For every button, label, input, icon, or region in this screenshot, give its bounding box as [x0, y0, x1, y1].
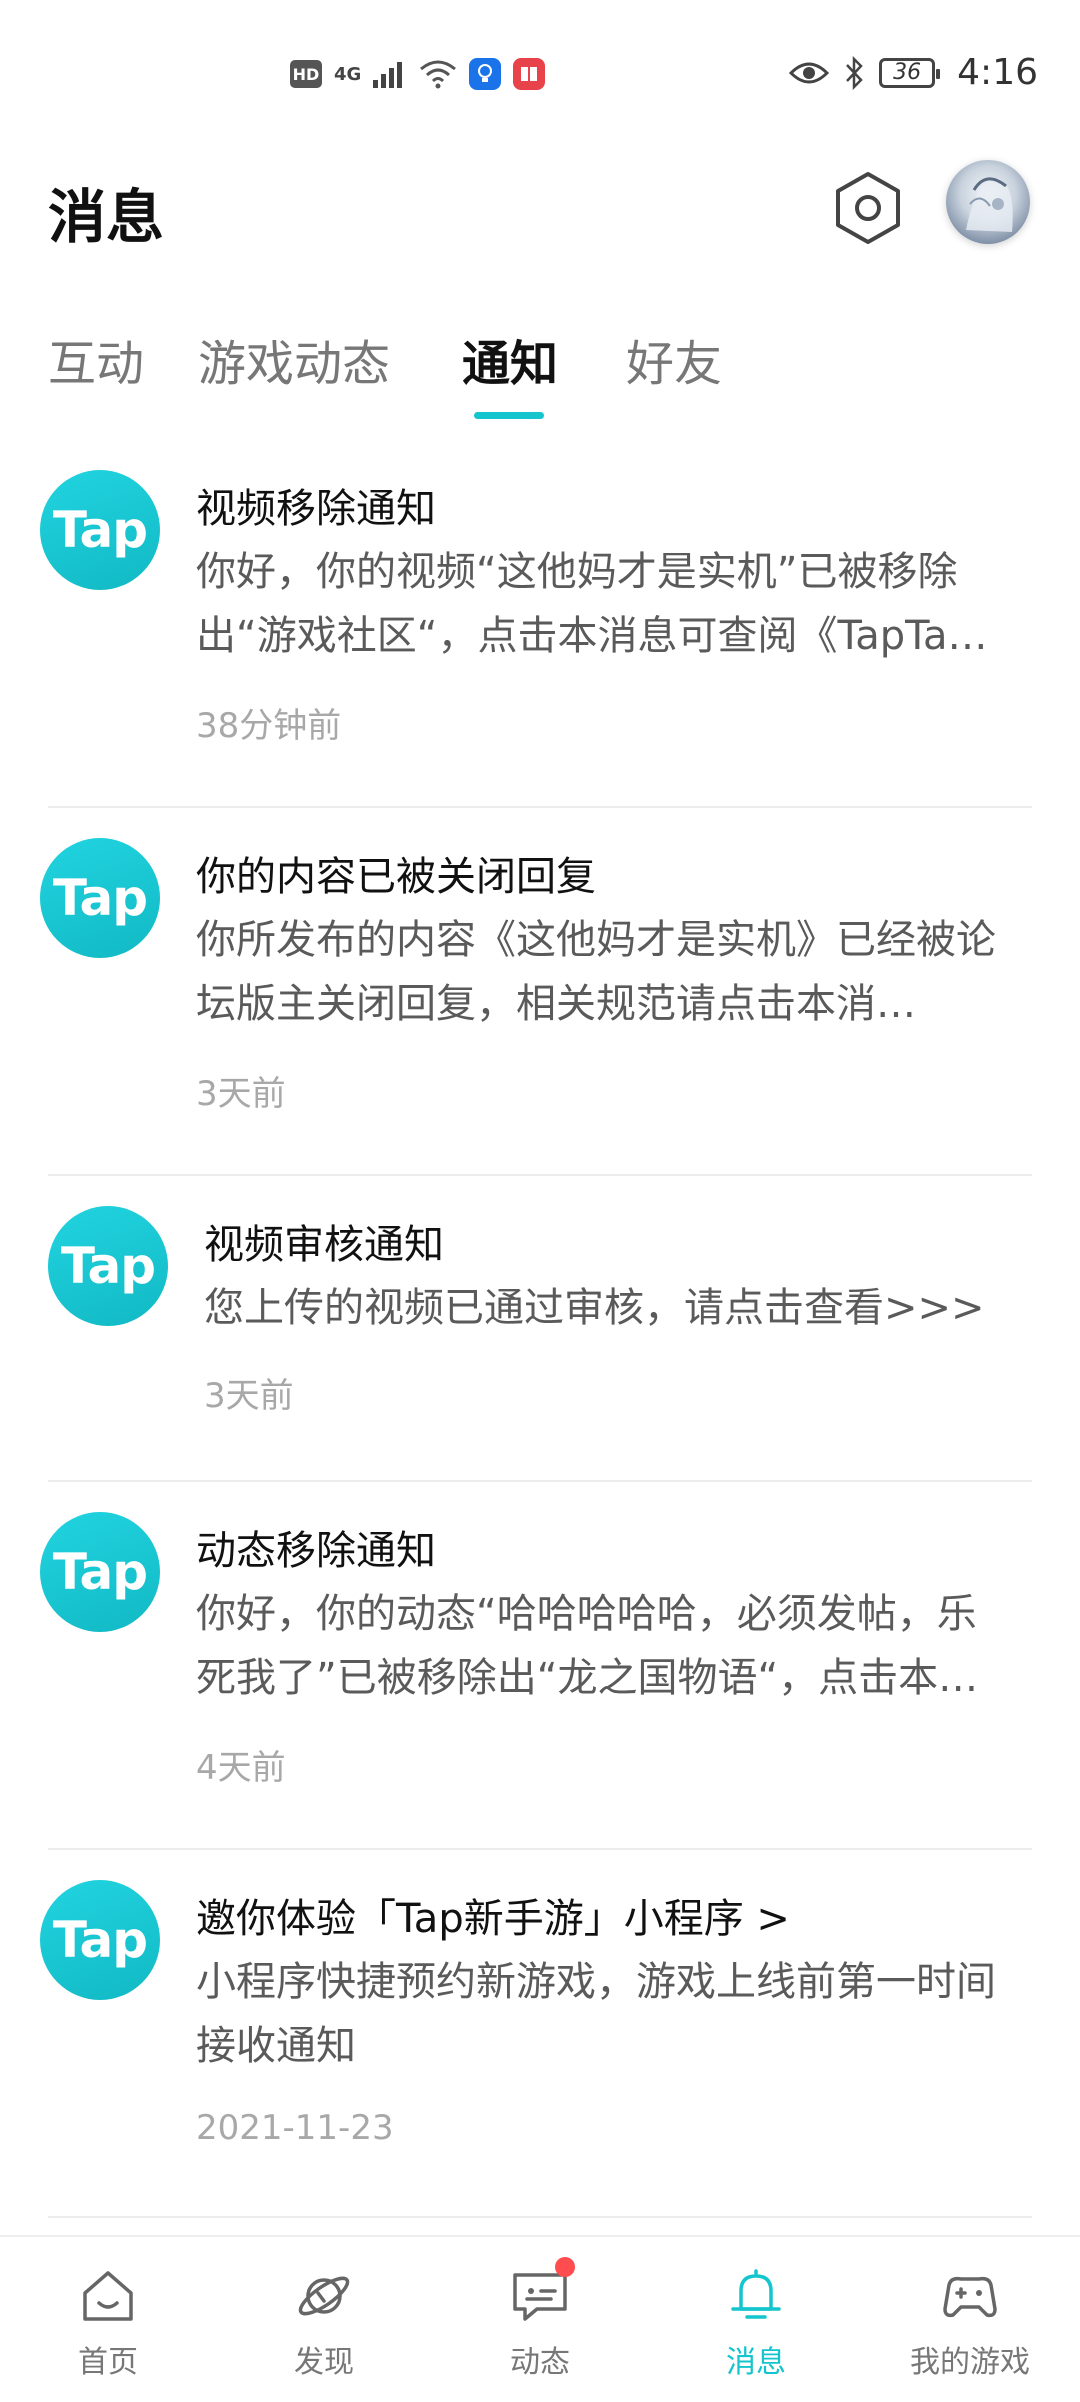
bottom-nav: 首页 发现 动态 消息 我的游戏 — [0, 2235, 1080, 2402]
settings-button[interactable] — [830, 170, 906, 246]
eye-icon — [789, 62, 830, 83]
nav-label: 首页 — [78, 2345, 138, 2380]
list-item[interactable]: Tap 你的内容已被关闭回复 你所发布的内容《这他妈才是实机》已经被论坛版主关闭… — [0, 808, 1080, 1176]
lightbulb-app-icon — [469, 58, 502, 90]
notification-title: 视频移除通知 — [196, 486, 436, 532]
nav-item-discover[interactable]: 发现 — [254, 2263, 394, 2381]
notification-desc: 小程序快捷预约新游戏，游戏上线前第一时间接收通知 — [196, 1959, 996, 2069]
feed-icon — [507, 2257, 575, 2329]
nav-item-feed[interactable]: 动态 — [470, 2257, 610, 2381]
taptap-logo-icon: Tap — [40, 1880, 160, 2000]
avatar[interactable] — [946, 160, 1030, 244]
tab-notifications[interactable]: 通知 — [462, 324, 558, 394]
taptap-logo-icon: Tap — [48, 1206, 168, 1326]
notification-desc: 你好，你的动态“哈哈哈哈哈，必须发帖，乐死我了”已被移除出“龙之国物语“，点击本… — [196, 1591, 979, 1701]
status-left: HD 4G — [290, 58, 546, 90]
clock: 4:16 — [957, 52, 1038, 93]
taptap-logo-icon: Tap — [40, 470, 160, 590]
hd-badge: HD — [290, 60, 322, 88]
bluetooth-icon — [846, 55, 863, 90]
notification-title: 动态移除通知 — [196, 1528, 436, 1574]
notification-list: Tap 视频移除通知 你好，你的视频“这他妈才是实机”已被移除出“游戏社区“，点… — [0, 440, 1080, 2218]
notification-desc: 您上传的视频已通过审核，请点击查看>>> — [204, 1285, 985, 1331]
nav-label: 消息 — [726, 2345, 786, 2380]
page-title: 消息 — [48, 183, 165, 251]
notification-title: 你的内容已被关闭回复 — [196, 854, 596, 900]
hexagon-settings-icon — [836, 172, 900, 244]
status-bar: HD 4G 36 4:16 — [0, 0, 1080, 150]
tab-friends[interactable]: 好友 — [626, 324, 722, 394]
nav-label: 动态 — [510, 2345, 570, 2380]
notification-time: 38分钟前 — [196, 706, 342, 746]
nav-item-home[interactable]: 首页 — [38, 2263, 178, 2381]
list-item[interactable]: Tap 动态移除通知 你好，你的动态“哈哈哈哈哈，必须发帖，乐死我了”已被移除出… — [0, 1482, 1080, 1850]
unread-dot — [555, 2257, 575, 2277]
signal-icon — [373, 62, 403, 88]
tab-interaction[interactable]: 互动 — [48, 324, 144, 394]
home-icon — [83, 2271, 133, 2321]
status-right: 36 4:16 — [789, 52, 1038, 93]
wifi-icon — [420, 60, 457, 89]
book-app-icon — [513, 58, 546, 90]
notification-desc: 你好，你的视频“这他妈才是实机”已被移除出“游戏社区“，点击本消息可查阅《Tap… — [196, 549, 988, 659]
notification-title: 邀你体验「Tap新手游」小程序 > — [196, 1896, 790, 1942]
list-item[interactable]: Tap 邀你体验「Tap新手游」小程序 > 小程序快捷预约新游戏，游戏上线前第一… — [0, 1850, 1080, 2218]
nav-item-my-games[interactable]: 我的游戏 — [900, 2263, 1040, 2381]
network-type: 4G — [334, 63, 362, 85]
notification-time: 4天前 — [196, 1748, 286, 1788]
list-item[interactable]: Tap 视频移除通知 你好，你的视频“这他妈才是实机”已被移除出“游戏社区“，点… — [0, 440, 1080, 808]
taptap-logo-icon: Tap — [40, 1512, 160, 1632]
active-tab-indicator — [474, 412, 544, 419]
notification-desc: 你所发布的内容《这他妈才是实机》已经被论坛版主关闭回复，相关规范请点击本消… — [196, 917, 996, 1027]
gamepad-icon — [943, 2276, 997, 2318]
nav-item-messages[interactable]: 消息 — [686, 2263, 826, 2381]
battery-icon: 36 — [879, 57, 941, 88]
taptap-logo-icon: Tap — [40, 838, 160, 958]
discover-icon — [298, 2276, 350, 2316]
tab-bar: 互动 游戏动态 通知 好友 — [0, 320, 1080, 430]
notification-title: 视频审核通知 — [204, 1222, 444, 1268]
notification-time: 3天前 — [196, 1074, 286, 1114]
nav-label: 发现 — [294, 2345, 354, 2380]
notification-time: 3天前 — [204, 1376, 294, 1416]
header: 消息 — [0, 150, 1080, 280]
notification-time: 2021-11-23 — [196, 2108, 394, 2148]
tab-game-updates[interactable]: 游戏动态 — [198, 324, 390, 394]
nav-label: 我的游戏 — [910, 2345, 1030, 2380]
bell-icon — [731, 2269, 781, 2319]
divider — [48, 2216, 1032, 2218]
list-item[interactable]: Tap 视频审核通知 您上传的视频已通过审核，请点击查看>>> 3天前 — [0, 1176, 1080, 1482]
